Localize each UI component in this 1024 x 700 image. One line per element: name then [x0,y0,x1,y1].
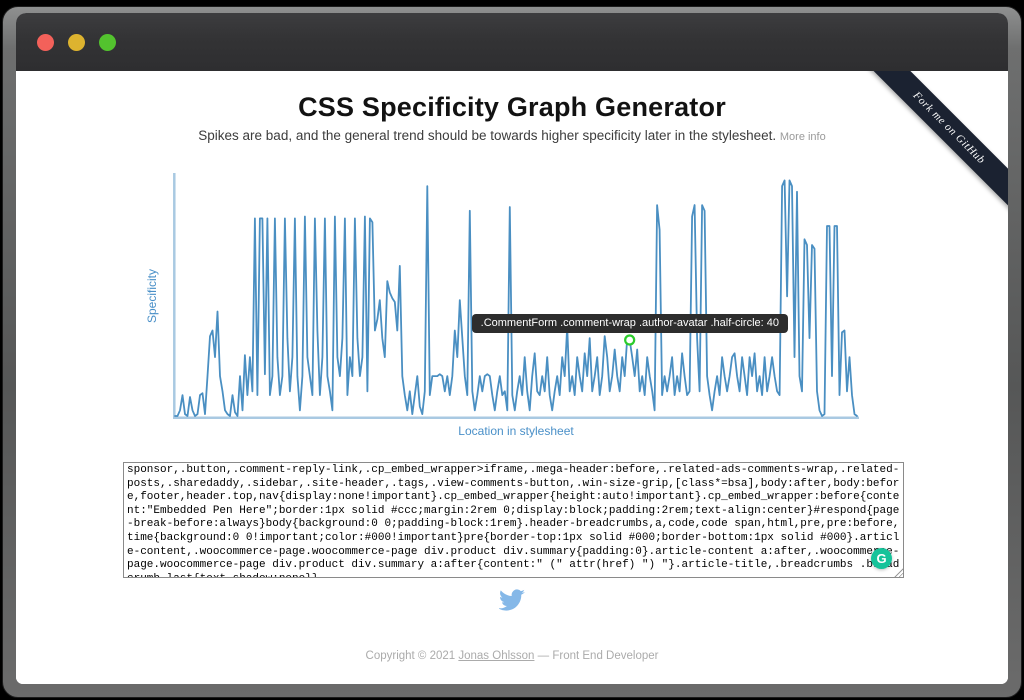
css-input[interactable]: sponsor,.button,.comment-reply-link,.cp_… [123,462,904,578]
github-ribbon-container: Fork me on GitHub [848,71,1008,231]
close-button[interactable] [37,34,54,51]
copyright-text: Copyright © 2021 [366,650,459,662]
minimize-button[interactable] [68,34,85,51]
window-titlebar[interactable] [16,13,1008,71]
grammarly-icon[interactable]: G [871,548,892,569]
browser-window: Fork me on GitHub CSS Specificity Graph … [2,6,1022,698]
more-info-link[interactable]: More info [780,131,826,143]
chart-tooltip: .CommentForm .comment-wrap .author-avata… [472,314,788,333]
specificity-chart [173,173,859,419]
twitter-icon [499,589,525,611]
subtitle-text: Spikes are bad, and the general trend sh… [198,128,776,143]
author-link[interactable]: Jonas Ohlsson [458,650,534,662]
footer: Copyright © 2021 Jonas Ohlsson — Front E… [16,650,1008,662]
specificity-line-series [175,180,857,416]
footer-suffix: — Front End Developer [534,650,658,662]
page-content: Fork me on GitHub CSS Specificity Graph … [16,71,1008,684]
twitter-link[interactable] [499,589,525,616]
x-axis-label: Location in stylesheet [173,424,859,438]
zoom-button[interactable] [99,34,116,51]
hovered-point-marker [625,336,634,345]
y-axis-label: Specificity [144,173,160,419]
fork-me-github-ribbon[interactable]: Fork me on GitHub [860,71,1008,217]
css-editor-container: sponsor,.button,.comment-reply-link,.cp_… [123,462,904,578]
